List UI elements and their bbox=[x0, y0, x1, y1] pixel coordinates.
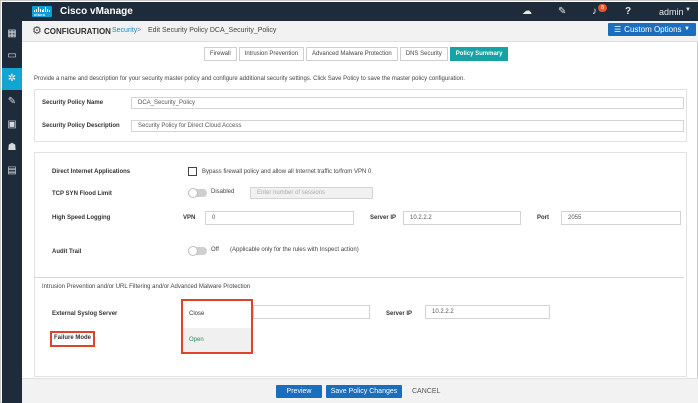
tcp-syn-toggle-label: Disabled bbox=[211, 189, 235, 195]
toggle-knob bbox=[188, 246, 198, 256]
breadcrumb-current: Edit Security Policy DCA_Security_Policy bbox=[148, 27, 277, 34]
policy-tabs: Firewall Intrusion Prevention Advanced M… bbox=[204, 47, 509, 61]
administration-icon[interactable]: ☗ bbox=[2, 137, 22, 159]
cancel-button[interactable]: CANCEL bbox=[412, 388, 440, 395]
failure-mode-dropdown[interactable]: Close Open bbox=[181, 299, 253, 354]
page-title: CONFIGURATION bbox=[44, 27, 111, 36]
syslog-server-input[interactable] bbox=[253, 305, 370, 319]
dia-label: Direct Internet Applications bbox=[52, 169, 131, 175]
vpn-label: VPN bbox=[183, 215, 196, 221]
top-navigation-bar: cisco Cisco vManage ☁ ✎ ♪ 8 ? admin ▼ bbox=[2, 2, 698, 21]
gear-icon: ⚙ bbox=[32, 25, 42, 37]
policy-name-input[interactable]: DCA_Security_Policy bbox=[131, 97, 684, 109]
external-syslog-label: External Syslog Server bbox=[52, 311, 118, 317]
tcp-syn-toggle[interactable] bbox=[188, 188, 207, 198]
custom-options-label: Custom Options bbox=[624, 25, 682, 34]
cisco-logo-text: cisco bbox=[34, 12, 46, 17]
policy-description-input[interactable]: Security Policy for Direct Cloud Access bbox=[131, 120, 684, 132]
app-title: Cisco vManage bbox=[60, 6, 133, 17]
failure-mode-option-open[interactable]: Open bbox=[183, 328, 251, 352]
tab-advanced-malware-protection[interactable]: Advanced Malware Protection bbox=[306, 47, 398, 61]
failure-mode-label: Failure Mode bbox=[54, 335, 92, 341]
custom-options-button[interactable]: ☰ Custom Options ▼ bbox=[608, 23, 696, 36]
policy-description-label: Security Policy Description bbox=[42, 123, 120, 129]
notification-count-badge: 8 bbox=[598, 4, 607, 12]
server-ip-input[interactable]: 10.2.2.2 bbox=[403, 211, 521, 225]
breadcrumb-separator: > bbox=[137, 27, 142, 34]
tab-policy-summary[interactable]: Policy Summary bbox=[449, 47, 509, 61]
port-input[interactable]: 2055 bbox=[561, 211, 681, 225]
configuration-icon[interactable]: ✲ bbox=[2, 68, 22, 90]
user-menu[interactable]: admin bbox=[659, 7, 684, 17]
tab-dns-security[interactable]: DNS Security bbox=[399, 47, 448, 61]
cloud-icon[interactable]: ☁ bbox=[522, 6, 532, 17]
toggle-knob bbox=[188, 188, 198, 198]
syslog-server-ip-input[interactable]: 10.2.2.2 bbox=[425, 305, 550, 319]
security-settings-card bbox=[34, 152, 687, 377]
intro-text: Provide a name and description for your … bbox=[34, 76, 465, 82]
help-icon[interactable]: ? bbox=[625, 6, 631, 17]
left-sidebar: ▦ ▭ ✲ ✎ ▣ ☗ ▤ bbox=[2, 21, 22, 403]
save-policy-changes-button[interactable]: Save Policy Changes bbox=[326, 385, 402, 398]
bell-icon[interactable]: ♪ bbox=[592, 6, 597, 17]
vmanage-window: cisco Cisco vManage ☁ ✎ ♪ 8 ? admin ▼ ▦ … bbox=[0, 0, 698, 403]
failure-mode-option-close[interactable]: Close bbox=[183, 302, 251, 326]
tools-icon[interactable]: ✎ bbox=[2, 91, 22, 113]
cisco-logo[interactable]: cisco bbox=[32, 6, 52, 17]
tcp-syn-label: TCP SYN Flood Limit bbox=[52, 191, 112, 197]
policy-name-card: Security Policy Name DCA_Security_Policy… bbox=[34, 89, 687, 142]
syslog-server-ip-label: Server IP bbox=[386, 311, 413, 317]
audit-trail-toggle-label: Off bbox=[211, 247, 219, 253]
audit-trail-label: Audit Trail bbox=[52, 249, 82, 255]
breadcrumb-security-link[interactable]: Security bbox=[112, 27, 137, 34]
wrench-icon[interactable]: ✎ bbox=[558, 6, 566, 17]
audit-trail-note: (Applicable only for the rules with Insp… bbox=[230, 247, 359, 253]
tcp-syn-sessions-input[interactable]: Enter number of sessions bbox=[250, 187, 373, 199]
list-icon: ☰ bbox=[614, 25, 622, 34]
analytics-icon[interactable]: ▤ bbox=[2, 160, 22, 182]
preview-button[interactable]: Preview bbox=[276, 385, 322, 398]
page-header: ⚙ CONFIGURATION Security > Edit Security… bbox=[22, 21, 698, 42]
section-divider bbox=[34, 277, 684, 278]
port-label: Port bbox=[537, 215, 549, 221]
tab-firewall[interactable]: Firewall bbox=[204, 47, 237, 61]
bypass-firewall-label: Bypass firewall policy and allow all Int… bbox=[202, 169, 372, 175]
tab-intrusion-prevention[interactable]: Intrusion Prevention bbox=[238, 47, 305, 61]
monitor-icon[interactable]: ▭ bbox=[2, 45, 22, 67]
policy-name-label: Security Policy Name bbox=[42, 100, 104, 106]
chevron-down-icon: ▼ bbox=[684, 26, 690, 32]
dashboard-icon[interactable]: ▦ bbox=[2, 23, 22, 45]
ips-section-title: Intrusion Prevention and/or URL Filterin… bbox=[42, 284, 251, 290]
vpn-input[interactable]: 0 bbox=[205, 211, 354, 225]
audit-trail-toggle[interactable] bbox=[188, 246, 207, 256]
chevron-down-icon[interactable]: ▼ bbox=[685, 7, 691, 13]
bypass-firewall-checkbox[interactable] bbox=[188, 167, 197, 176]
high-speed-logging-label: High Speed Logging bbox=[52, 215, 111, 221]
server-ip-label: Server IP bbox=[370, 215, 397, 221]
footer-bar: Preview Save Policy Changes CANCEL bbox=[22, 378, 698, 403]
maintenance-icon[interactable]: ▣ bbox=[2, 114, 22, 136]
